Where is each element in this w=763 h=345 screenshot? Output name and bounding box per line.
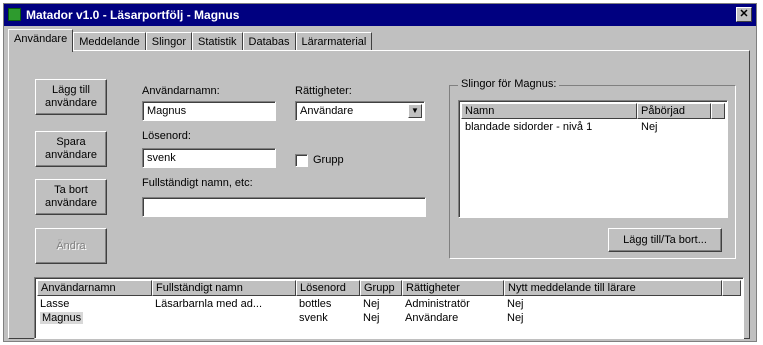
password-label: Lösenord: xyxy=(142,130,191,142)
tab-strip: Användare Meddelande Slingor Statistik D… xyxy=(8,29,373,52)
add-remove-slingor-button[interactable]: Lägg till/Ta bort... xyxy=(608,228,722,252)
cell-username: Lasse xyxy=(40,298,70,310)
tab-statistik[interactable]: Statistik xyxy=(192,32,243,51)
tab-databas[interactable]: Databas xyxy=(242,32,296,51)
rights-select-value: Användare xyxy=(300,105,354,117)
cell-new-message: Nej xyxy=(507,312,524,324)
slingor-groupbox: Slingor för Magnus: Namn Påbörjad blanda… xyxy=(449,78,736,259)
fullname-label: Fullständigt namn, etc: xyxy=(142,177,253,189)
group-checkbox[interactable] xyxy=(295,154,308,167)
group-checkbox-label: Grupp xyxy=(313,154,344,166)
slingor-header-started[interactable]: Påbörjad xyxy=(637,103,711,119)
tab-lararmaterial[interactable]: Lärarmaterial xyxy=(295,32,373,51)
fullname-input[interactable] xyxy=(142,197,426,217)
cell-group: Nej xyxy=(363,298,380,310)
save-user-button[interactable]: Spara användare xyxy=(35,131,107,167)
slingor-header-filler xyxy=(711,103,725,119)
chevron-down-icon[interactable]: ▼ xyxy=(408,104,422,118)
save-user-line2: användare xyxy=(45,149,97,161)
username-input[interactable]: Magnus xyxy=(142,101,276,121)
user-table-header-filler xyxy=(722,280,741,296)
app-icon xyxy=(8,8,21,21)
rights-select[interactable]: Användare ▼ xyxy=(295,101,425,121)
user-table[interactable]: Användarnamn Fullständigt namn Lösenord … xyxy=(34,277,744,339)
delete-user-line1: Ta bort xyxy=(54,184,88,196)
save-user-line1: Spara xyxy=(56,136,86,148)
cell-rights: Användare xyxy=(405,312,459,324)
slingor-groupbox-title: Slingor för Magnus: xyxy=(458,78,560,90)
users-panel: Lägg till användare Spara användare Ta b… xyxy=(8,50,750,339)
title-bar[interactable]: Matador v1.0 - Läsarportfölj - Magnus ✕ xyxy=(4,4,756,26)
cell-group: Nej xyxy=(363,312,380,324)
edit-button-disabled[interactable]: Ändra xyxy=(35,228,107,264)
slingor-list[interactable]: Namn Påbörjad blandade sidorder - nivå 1… xyxy=(458,100,728,218)
password-input[interactable]: svenk xyxy=(142,148,276,168)
add-user-line2: användare xyxy=(45,97,97,109)
username-label: Användarnamn: xyxy=(142,85,220,97)
rights-label: Rättigheter: xyxy=(295,85,352,97)
cell-rights: Administratör xyxy=(405,298,470,310)
user-table-header-fullname[interactable]: Fullständigt namn xyxy=(152,280,296,296)
delete-user-line2: användare xyxy=(45,197,97,209)
application-window: Matador v1.0 - Läsarportfölj - Magnus ✕ … xyxy=(3,3,757,342)
window-title: Matador v1.0 - Läsarportfölj - Magnus xyxy=(26,8,240,22)
close-icon[interactable]: ✕ xyxy=(736,7,752,22)
delete-user-button[interactable]: Ta bort användare xyxy=(35,179,107,215)
tab-meddelande[interactable]: Meddelande xyxy=(73,32,146,51)
cell-password: svenk xyxy=(299,312,328,324)
add-user-button[interactable]: Lägg till användare xyxy=(35,79,107,115)
slingor-row-name[interactable]: blandade sidorder - nivå 1 xyxy=(465,121,635,133)
user-table-header-password[interactable]: Lösenord xyxy=(296,280,360,296)
add-user-line1: Lägg till xyxy=(52,84,90,96)
user-table-header-new-message[interactable]: Nytt meddelande till lärare xyxy=(504,280,722,296)
user-table-header-username[interactable]: Användarnamn xyxy=(37,280,152,296)
tab-slingor[interactable]: Slingor xyxy=(145,32,193,51)
user-table-header-rights[interactable]: Rättigheter xyxy=(402,280,504,296)
cell-fullname: Läsarbarnla med ad... xyxy=(155,298,263,310)
user-table-header-group[interactable]: Grupp xyxy=(360,280,402,296)
cell-username: Magnus xyxy=(40,312,84,324)
cell-password: bottles xyxy=(299,298,332,310)
tab-anvandare[interactable]: Användare xyxy=(8,29,74,52)
slingor-row-started[interactable]: Nej xyxy=(641,121,701,133)
slingor-header-name[interactable]: Namn xyxy=(461,103,637,119)
cell-new-message: Nej xyxy=(507,298,524,310)
